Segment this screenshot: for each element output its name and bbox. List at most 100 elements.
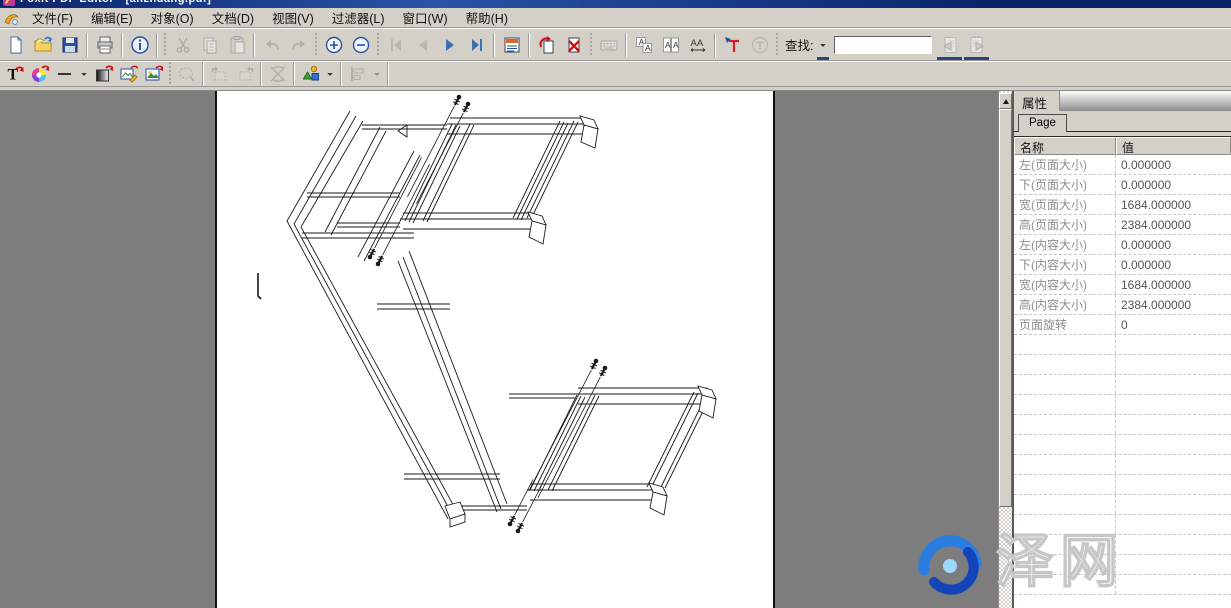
next-page-button[interactable] bbox=[436, 31, 463, 58]
menu-filter[interactable]: 过滤器(L) bbox=[323, 6, 394, 30]
font-pair-icon: AA bbox=[661, 35, 681, 55]
toolbar-object: T bbox=[0, 61, 1231, 87]
new-button[interactable] bbox=[2, 31, 29, 58]
font-style-button[interactable]: AA bbox=[657, 31, 684, 58]
property-value[interactable]: 0 bbox=[1116, 315, 1231, 334]
flip-button[interactable] bbox=[265, 62, 290, 86]
toolbar-separator bbox=[293, 62, 295, 86]
copy-button[interactable] bbox=[196, 31, 223, 58]
prev-page-button[interactable] bbox=[409, 31, 436, 58]
property-row-empty bbox=[1014, 335, 1231, 355]
find-next-button[interactable] bbox=[963, 31, 990, 58]
line-tool-button[interactable] bbox=[52, 62, 77, 86]
property-name: 宽(页面大小) bbox=[1014, 195, 1116, 214]
find-dropdown-button[interactable] bbox=[816, 31, 830, 58]
menu-view[interactable]: 视图(V) bbox=[263, 6, 323, 30]
image-edit-icon bbox=[119, 64, 139, 84]
vertical-scrollbar[interactable] bbox=[998, 91, 1012, 608]
first-page-button[interactable] bbox=[382, 31, 409, 58]
shapes-button[interactable] bbox=[298, 62, 323, 86]
font-width-button[interactable]: AA bbox=[684, 31, 711, 58]
paste-button[interactable] bbox=[223, 31, 250, 58]
bolt-callout bbox=[529, 359, 598, 491]
open-button[interactable] bbox=[29, 31, 56, 58]
toolbar-separator bbox=[202, 62, 204, 86]
property-row: 高(内容大小)2384.000000 bbox=[1014, 295, 1231, 315]
property-value bbox=[1116, 555, 1231, 574]
property-value[interactable]: 0.000000 bbox=[1116, 235, 1231, 254]
insert-page-icon bbox=[537, 35, 557, 55]
redo-button[interactable] bbox=[285, 31, 312, 58]
insert-page-button[interactable] bbox=[533, 31, 560, 58]
edit-image-button[interactable] bbox=[116, 62, 141, 86]
menu-file[interactable]: 文件(F) bbox=[23, 6, 82, 30]
property-value[interactable]: 2384.000000 bbox=[1116, 215, 1231, 234]
menu-window[interactable]: 窗口(W) bbox=[394, 6, 457, 30]
toolbar-drag-handle[interactable] bbox=[168, 62, 171, 86]
toolbar-drag-handle[interactable] bbox=[376, 33, 379, 57]
cut-button[interactable] bbox=[169, 31, 196, 58]
property-value[interactable]: 2384.000000 bbox=[1116, 295, 1231, 314]
property-name bbox=[1014, 415, 1116, 434]
scrollbar-thumb[interactable] bbox=[999, 109, 1012, 507]
document-info-button[interactable] bbox=[126, 31, 153, 58]
drawing-line bbox=[521, 123, 568, 220]
toolbar-drag-handle[interactable] bbox=[589, 33, 592, 57]
property-value bbox=[1116, 535, 1231, 554]
page-thumbnails-button[interactable] bbox=[498, 31, 525, 58]
menu-help[interactable]: 帮助(H) bbox=[457, 6, 517, 30]
property-value[interactable]: 0.000000 bbox=[1116, 175, 1231, 194]
print-button[interactable] bbox=[91, 31, 118, 58]
replace-font-button[interactable]: AA bbox=[630, 31, 657, 58]
property-value[interactable]: 1684.000000 bbox=[1116, 275, 1231, 294]
insert-image-button[interactable] bbox=[141, 62, 166, 86]
property-value bbox=[1116, 395, 1231, 414]
add-text-button[interactable] bbox=[719, 31, 746, 58]
text-orientation-button[interactable] bbox=[746, 31, 773, 58]
property-value[interactable]: 0.000000 bbox=[1116, 255, 1231, 274]
column-header-name[interactable]: 名称 bbox=[1014, 137, 1116, 155]
text-tool-button[interactable]: T bbox=[2, 62, 27, 86]
color-wheel-icon bbox=[30, 64, 50, 84]
rotate-right-icon bbox=[235, 64, 255, 84]
column-header-value[interactable]: 值 bbox=[1116, 137, 1231, 155]
property-value[interactable]: 0.000000 bbox=[1116, 155, 1231, 174]
last-page-button[interactable] bbox=[463, 31, 490, 58]
property-name bbox=[1014, 355, 1116, 374]
keyboard-button[interactable] bbox=[595, 31, 622, 58]
menu-document[interactable]: 文档(D) bbox=[203, 6, 263, 30]
tab-page[interactable]: Page bbox=[1018, 114, 1067, 132]
zoom-out-button[interactable] bbox=[347, 31, 374, 58]
property-value[interactable]: 1684.000000 bbox=[1116, 195, 1231, 214]
align-dropdown-button[interactable] bbox=[370, 62, 384, 86]
zoom-in-button[interactable] bbox=[320, 31, 347, 58]
rotate-right-button[interactable] bbox=[232, 62, 257, 86]
drawing-line bbox=[398, 125, 407, 137]
menu-object[interactable]: 对象(O) bbox=[142, 6, 203, 30]
save-button[interactable] bbox=[56, 31, 83, 58]
drawing-line bbox=[531, 122, 578, 219]
drawing-line bbox=[529, 221, 546, 244]
find-input[interactable] bbox=[834, 36, 932, 54]
menu-edit[interactable]: 编辑(E) bbox=[82, 6, 142, 30]
document-canvas[interactable] bbox=[0, 91, 998, 608]
toolbar-drag-handle[interactable] bbox=[314, 33, 317, 57]
scroll-up-button[interactable] bbox=[999, 93, 1012, 109]
find-prev-button[interactable] bbox=[936, 31, 963, 58]
property-row-empty bbox=[1014, 435, 1231, 455]
align-button[interactable] bbox=[345, 62, 370, 86]
property-row: 左(页面大小)0.000000 bbox=[1014, 155, 1231, 175]
lasso-button[interactable] bbox=[174, 62, 199, 86]
toolbar-drag-handle[interactable] bbox=[163, 33, 166, 57]
pdf-page[interactable] bbox=[215, 91, 775, 608]
shapes-dropdown-button[interactable] bbox=[323, 62, 337, 86]
toolbar-separator bbox=[121, 33, 123, 57]
rotate-left-button[interactable] bbox=[207, 62, 232, 86]
undo-button[interactable] bbox=[258, 31, 285, 58]
property-row: 高(页面大小)2384.000000 bbox=[1014, 215, 1231, 235]
delete-page-button[interactable] bbox=[560, 31, 587, 58]
color-tool-button[interactable] bbox=[27, 62, 52, 86]
line-dropdown-button[interactable] bbox=[77, 62, 91, 86]
shading-tool-button[interactable] bbox=[91, 62, 116, 86]
toolbar-drag-handle[interactable] bbox=[775, 33, 778, 57]
